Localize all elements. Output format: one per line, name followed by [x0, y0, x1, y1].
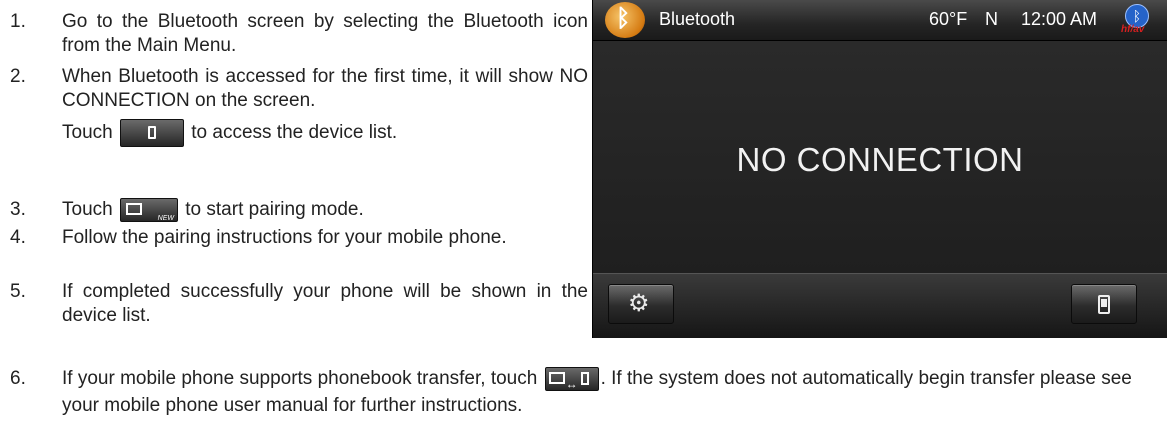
step-number: 2.	[10, 66, 26, 87]
bluetooth-screen: ᛒ Bluetooth 60°F N 12:00 AM ᛒ hf/av NO C…	[592, 0, 1167, 338]
step-number: 4.	[10, 227, 26, 248]
hf-av-label: hf/av	[1121, 24, 1145, 35]
step-text: If completed successfully your phone wil…	[62, 281, 588, 326]
bluetooth-logo-icon[interactable]: ᛒ	[605, 2, 645, 38]
main-display: NO CONNECTION	[593, 41, 1167, 273]
device-list-inline-icon	[119, 119, 184, 147]
bottom-toolbar: ⚙	[593, 273, 1167, 338]
new-device-inline-icon: NEW	[119, 198, 178, 222]
temperature-readout: 60°F	[929, 9, 968, 29]
phone-icon	[580, 371, 589, 385]
gear-icon: ⚙	[628, 290, 650, 317]
device-list-button[interactable]	[1071, 284, 1137, 324]
step-text: Follow the pairing instructions for your…	[62, 227, 507, 248]
connection-status: NO CONNECTION	[736, 141, 1024, 178]
settings-button[interactable]: ⚙	[608, 284, 674, 324]
phone-icon	[1098, 295, 1110, 314]
step-number: 6.	[10, 368, 26, 389]
screen-title: Bluetooth	[659, 9, 736, 29]
clock: 12:00 AM	[1021, 9, 1098, 29]
phone-icon	[147, 126, 156, 139]
step-number: 3.	[10, 199, 26, 220]
step-text: Touch NEW to start pairing mode.	[62, 198, 364, 222]
step-number: 1.	[10, 11, 26, 32]
step-text: If your mobile phone supports phonebook …	[62, 366, 1132, 416]
status-bar: ᛒ Bluetooth 60°F N 12:00 AM ᛒ hf/av	[593, 0, 1167, 41]
compass-direction: N	[985, 9, 998, 29]
step-text: When Bluetooth is accessed for the first…	[62, 65, 588, 147]
transfer-arrow-icon: ↔	[565, 376, 578, 391]
screen-icon	[125, 203, 142, 215]
screen-icon	[548, 371, 565, 384]
step-text: Go to the Bluetooth screen by selecting …	[62, 11, 588, 56]
phonebook-transfer-inline-icon: ↔	[544, 366, 599, 391]
step-number: 5.	[10, 281, 26, 302]
